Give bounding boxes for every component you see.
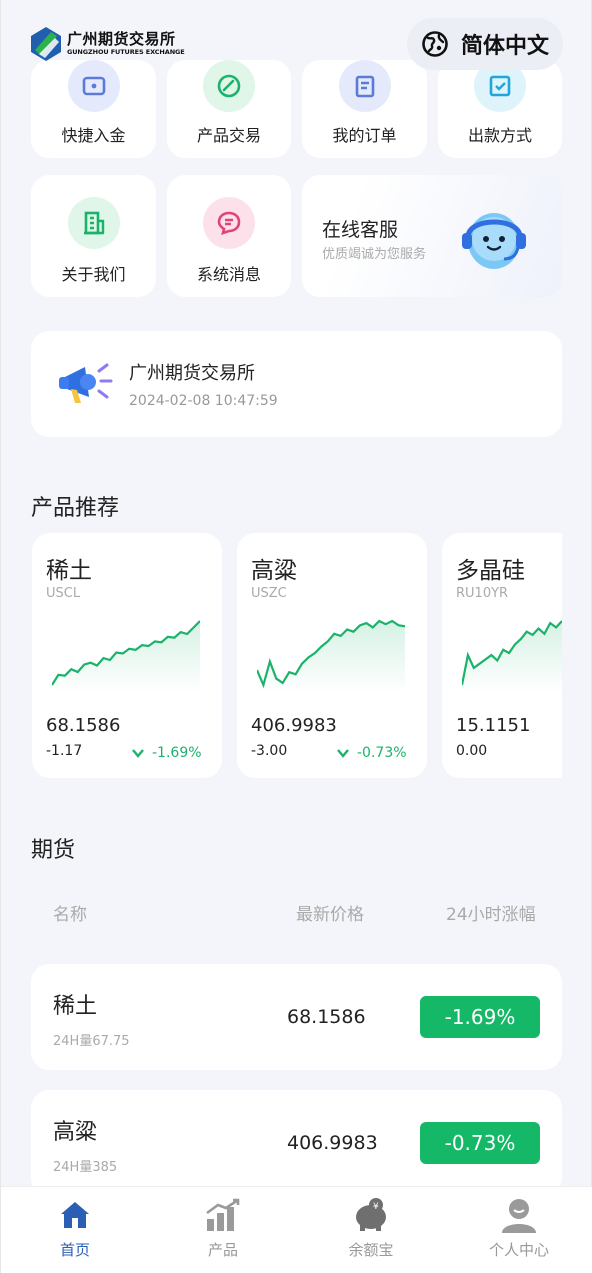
sparkline-chart	[52, 620, 200, 693]
language-switcher[interactable]: 简体中文	[406, 18, 563, 70]
product-code: RU10YR	[456, 586, 509, 601]
product-name: 多晶硅	[456, 558, 525, 584]
product-change: -3.00	[251, 743, 288, 759]
recommend-card-usc[interactable]: 稀土 USCL 68.1586 -1.17 -1.69%	[32, 533, 222, 778]
tab-label: 个人中心	[488, 1241, 549, 1259]
product-price: 406.9983	[251, 715, 337, 736]
home-icon	[61, 1202, 89, 1228]
row-price: 406.9983	[287, 1132, 378, 1154]
tab-label: 余额宝	[348, 1241, 394, 1259]
tab-balance[interactable]: ¥ 余额宝	[297, 1187, 445, 1273]
tab-profile[interactable]: 个人中心	[445, 1187, 592, 1273]
tab-home[interactable]: 首页	[1, 1187, 149, 1273]
sparkline-area	[462, 621, 562, 693]
table-row[interactable]: 稀土 24H量67.75 68.1586 -1.69%	[31, 964, 562, 1070]
product-change: 0.00	[456, 743, 488, 759]
column-header-name: 名称	[53, 905, 87, 925]
language-label: 简体中文	[460, 34, 549, 59]
menu-label: 产品交易	[196, 126, 261, 145]
customer-service-subtitle: 优质竭诚为您服务	[322, 247, 427, 262]
menu-label: 出款方式	[467, 126, 532, 145]
svg-text:¥: ¥	[373, 1202, 379, 1212]
recommend-section-title: 产品推荐	[31, 496, 120, 521]
tab-label: 产品	[207, 1241, 238, 1259]
menu-label: 关于我们	[61, 265, 126, 284]
sparkline-chart	[257, 619, 405, 693]
notice-title: 广州期货交易所	[129, 363, 255, 384]
product-percent: -1.69%	[132, 745, 202, 761]
menu-about-us[interactable]: 关于我们	[31, 175, 156, 297]
row-name: 稀土	[53, 994, 98, 1019]
futures-section-title: 期货	[31, 838, 76, 863]
row-volume: 24H量67.75	[53, 1034, 130, 1049]
product-code: USZC	[251, 586, 287, 601]
change-badge: -0.73%	[420, 1122, 540, 1164]
logo-icon	[31, 27, 61, 61]
chevron-down-icon	[132, 749, 144, 758]
product-change: -1.17	[46, 743, 83, 759]
recommend-card-usz[interactable]: 高粱 USZC 406.9983 -3.00 -0.73%	[237, 533, 427, 778]
menu-label: 我的订单	[332, 126, 397, 145]
row-name: 高粱	[53, 1120, 98, 1145]
app-header: 广州期货交易所 GUNGZHOU FUTURES EXCHANGE 简体中文	[1, 0, 592, 88]
menu-label: 系统消息	[196, 265, 261, 284]
user-icon	[502, 1199, 536, 1233]
product-price: 68.1586	[46, 715, 121, 736]
menu-label: 快捷入金	[61, 126, 126, 145]
change-badge: -1.69%	[420, 996, 540, 1038]
building-icon	[67, 197, 120, 249]
column-header-change: 24小时涨幅	[446, 905, 536, 925]
product-name: 高粱	[251, 558, 297, 584]
notice-time: 2024-02-08 10:47:59	[129, 393, 278, 409]
product-percent: -0.73%	[337, 745, 407, 761]
product-price: 15.1151	[456, 715, 531, 736]
support-mascot-icon	[462, 213, 526, 269]
exchange-logo[interactable]: 广州期货交易所 GUNGZHOU FUTURES EXCHANGE	[29, 26, 185, 62]
product-name: 稀土	[46, 558, 92, 584]
bar-chart-icon	[206, 1198, 240, 1231]
product-code: USCL	[46, 586, 81, 601]
logo-name-en: GUNGZHOU FUTURES EXCHANGE	[67, 48, 185, 57]
recommend-card-ru[interactable]: 多晶硅 RU10YR 15.1151 0.00	[442, 533, 562, 778]
column-header-price: 最新价格	[296, 905, 364, 925]
logo-name-cn: 广州期货交易所	[67, 30, 176, 49]
globe-icon	[422, 31, 448, 57]
megaphone-icon	[59, 363, 113, 403]
sparkline-area	[257, 621, 405, 693]
sparkline-chart	[462, 620, 562, 693]
menu-system-messages[interactable]: 系统消息	[167, 175, 291, 297]
bottom-tab-bar: 首页 产品 ¥ 余额宝 个人中心	[1, 1186, 592, 1273]
row-price: 68.1586	[287, 1006, 366, 1028]
customer-service-title: 在线客服	[322, 219, 399, 241]
customer-service-card[interactable]: 在线客服 优质竭诚为您服务	[302, 175, 562, 297]
tab-products[interactable]: 产品	[149, 1187, 297, 1273]
row-volume: 24H量385	[53, 1160, 118, 1175]
message-icon	[203, 197, 255, 249]
notice-card[interactable]: 广州期货交易所 2024-02-08 10:47:59	[31, 331, 562, 437]
sparkline-area	[52, 621, 200, 693]
tab-label: 首页	[59, 1241, 90, 1259]
chevron-down-icon	[337, 749, 349, 758]
piggy-bank-icon: ¥	[356, 1198, 386, 1231]
table-row[interactable]: 高粱 24H量385 406.9983 -0.73%	[31, 1090, 562, 1196]
